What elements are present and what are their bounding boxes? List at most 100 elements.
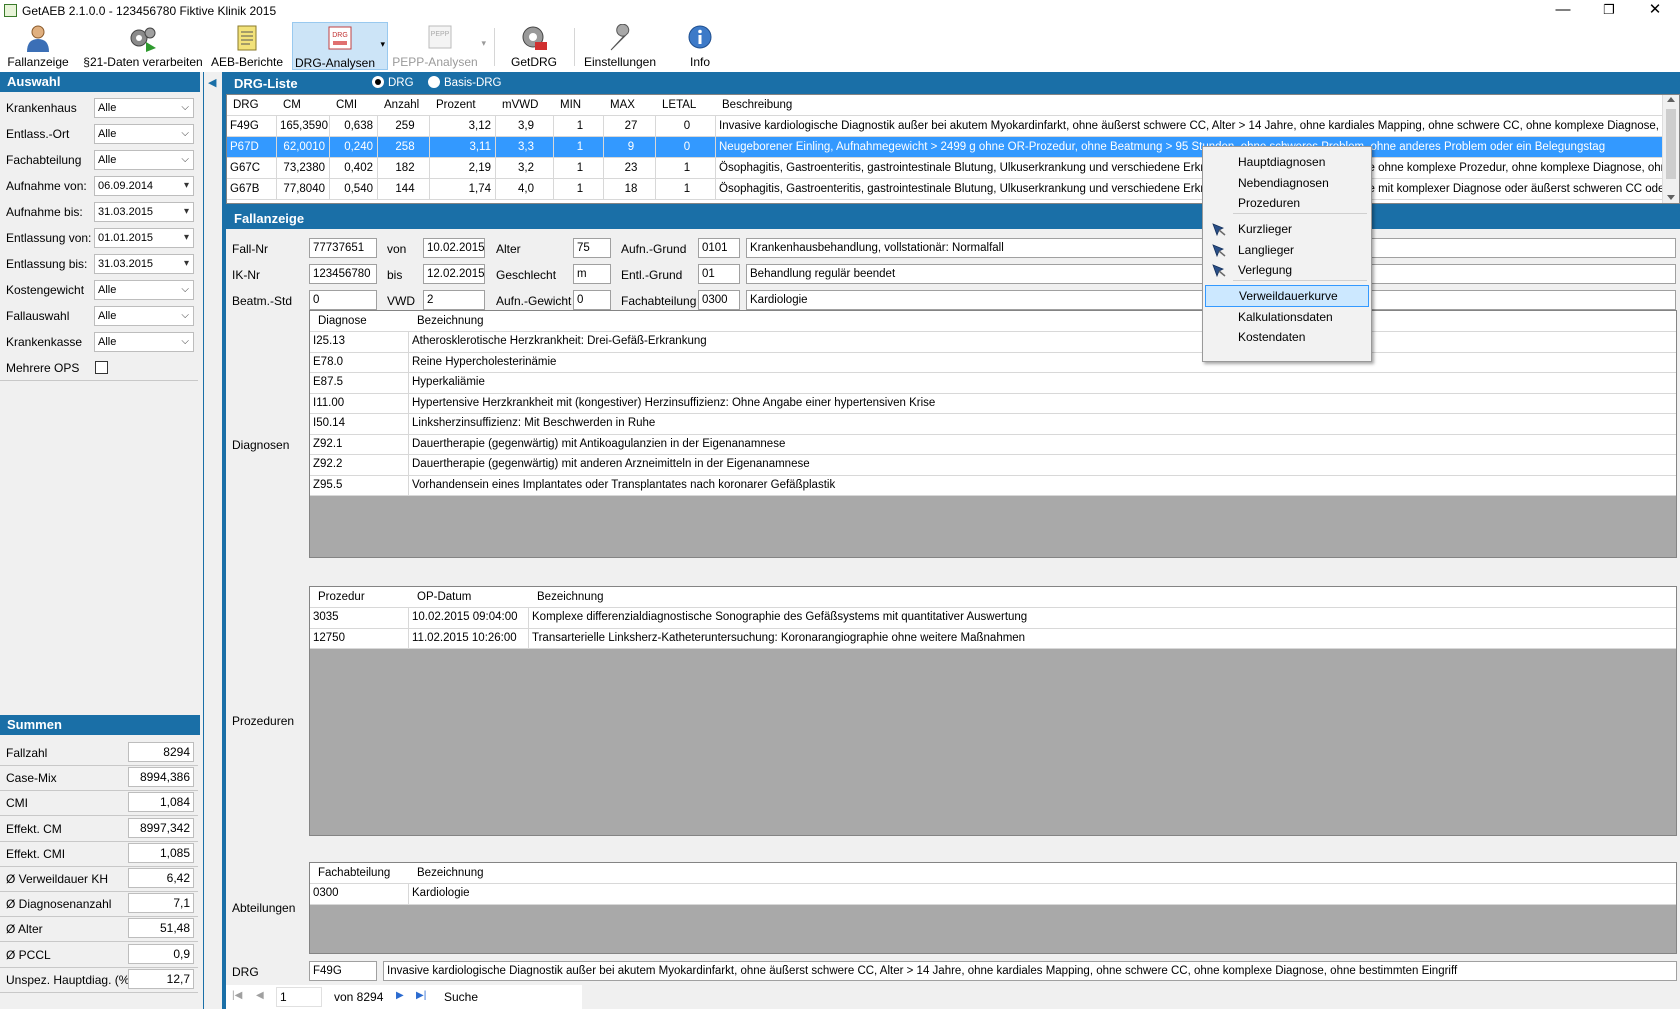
menu-item-langlieger[interactable]: Langlieger [1205, 239, 1369, 261]
prozeduren-table[interactable]: Prozedur OP-Datum Bezeichnung 3035 10.02.201… [309, 586, 1677, 836]
ik-nr-field[interactable]: 123456780 [309, 264, 377, 284]
maximize-button[interactable]: ❐ [1586, 0, 1632, 22]
filter-combo[interactable]: Alle ⌵ [94, 332, 194, 352]
table-row[interactable]: Z95.5 Vorhandensein eines Implantates ode… [310, 475, 1676, 496]
scroll-up-icon[interactable] [1667, 97, 1675, 102]
chevron-down-icon[interactable]: ⌵ [181, 281, 189, 299]
chevron-down-icon[interactable]: ⌵ [181, 333, 189, 351]
chevron-down-icon[interactable]: ⌵ [181, 125, 189, 143]
drg-scrollbar[interactable] [1662, 95, 1679, 203]
calendar-icon[interactable]: ▾ [184, 229, 189, 247]
column-header[interactable]: mVWD [496, 95, 554, 116]
einstellungen-button[interactable]: Einstellungen [580, 22, 660, 70]
scroll-down-icon[interactable] [1667, 195, 1675, 200]
column-header[interactable]: Bezeichnung [409, 311, 1676, 332]
daten-verarbeiten-button[interactable]: §21-Daten verarbeiten [80, 22, 206, 70]
aufn-grund-field[interactable]: 0101 [698, 238, 740, 258]
fachabteilung-field[interactable]: 0300 [698, 290, 740, 310]
menu-item-verlegung[interactable]: Verlegung [1205, 259, 1369, 281]
chevron-down-icon[interactable]: ⌵ [181, 151, 189, 169]
date-picker[interactable]: 06.09.2014 ▾ [94, 176, 194, 196]
minimize-button[interactable]: — [1540, 0, 1586, 22]
fallanzeige-button[interactable]: Fallanzeige [2, 22, 74, 70]
radio-basis-dot[interactable] [428, 76, 440, 88]
column-header[interactable]: Beschreibung [716, 95, 1679, 116]
menu-item-kalkulationsdaten[interactable]: Kalkulationsdaten [1205, 306, 1369, 328]
table-row[interactable]: F49G 165,3590 0,638 259 3,12 3,9 1 27 0 Invasive … [227, 116, 1679, 137]
column-header[interactable]: Bezeichnung [409, 863, 1676, 884]
getdrg-button[interactable]: GetDRG [504, 22, 564, 70]
collapse-strip[interactable]: ◀ [203, 72, 224, 1009]
table-row[interactable]: E87.5 Hyperkaliämie [310, 373, 1676, 394]
column-header[interactable]: CMI [330, 95, 378, 116]
first-record-icon[interactable]: |◀ [232, 990, 242, 1001]
geschlecht-field[interactable]: m [573, 264, 611, 284]
column-header[interactable]: Bezeichnung [529, 587, 1676, 608]
table-row[interactable]: Z92.1 Dauertherapie (gegenwärtig) mit Ant… [310, 434, 1676, 455]
abteilungen-table[interactable]: Fachabteilung Bezeichnung 0300 Kardiologie [309, 862, 1677, 954]
fall-nr-field[interactable]: 77737651 [309, 238, 377, 258]
menu-item-hauptdiagnosen[interactable]: Hauptdiagnosen [1205, 151, 1369, 173]
position-field[interactable]: 1 [276, 987, 322, 1007]
calendar-icon[interactable]: ▾ [184, 203, 189, 221]
close-button[interactable]: ✕ [1632, 0, 1678, 22]
beatm-field[interactable]: 0 [309, 290, 377, 310]
radio-basis-drg[interactable]: Basis-DRG [428, 76, 502, 89]
table-row[interactable]: I11.00 Hypertensive Herzkrankheit mit (ko… [310, 393, 1676, 414]
table-row[interactable]: G67C 73,2380 0,402 182 2,19 3,2 1 23 1 Ösophagiti… [227, 158, 1679, 179]
table-row[interactable]: 12750 11.02.2015 10:26:00 Transarterielle … [310, 628, 1676, 649]
column-header[interactable]: DRG [227, 95, 277, 116]
column-header[interactable]: OP-Datum [409, 587, 529, 608]
search-button[interactable]: Suche [444, 990, 478, 1004]
next-record-icon[interactable]: ▶ [396, 990, 404, 1001]
prev-record-icon[interactable]: ◀ [256, 990, 264, 1001]
filter-combo[interactable]: Alle ⌵ [94, 280, 194, 300]
date-picker[interactable]: 31.03.2015 ▾ [94, 254, 194, 274]
scroll-thumb[interactable] [1666, 109, 1676, 179]
column-header[interactable]: Prozedur [310, 587, 409, 608]
aufn-gewicht-field[interactable]: 0 [573, 290, 611, 310]
column-header[interactable]: Anzahl [378, 95, 430, 116]
radio-drg[interactable]: DRG [372, 76, 414, 89]
chevron-down-icon[interactable]: ⌵ [181, 307, 189, 325]
column-header[interactable]: LETAL [656, 95, 716, 116]
von-field[interactable]: 10.02.2015 [423, 238, 485, 258]
chevron-down-icon[interactable]: ⌵ [181, 99, 189, 117]
column-header[interactable]: MAX [604, 95, 656, 116]
column-header[interactable]: Fachabteilung [310, 863, 409, 884]
menu-item-verweildauerkurve[interactable]: Verweildauerkurve [1205, 285, 1369, 307]
drg-field[interactable]: F49G [309, 961, 377, 981]
drg-table[interactable]: DRG CM CMI Anzahl Prozent mVWD MIN MAX LETAL Besc… [226, 94, 1680, 204]
column-header[interactable]: MIN [554, 95, 604, 116]
table-row[interactable]: 3035 10.02.2015 09:04:00 Komplexe differen… [310, 608, 1676, 629]
radio-drg-dot[interactable] [372, 76, 384, 88]
alter-field[interactable]: 75 [573, 238, 611, 258]
calendar-icon[interactable]: ▾ [184, 255, 189, 273]
filter-combo[interactable]: Alle ⌵ [94, 98, 194, 118]
menu-item-kurzlieger[interactable]: Kurzlieger [1205, 218, 1369, 240]
drg-text-field[interactable]: Invasive kardiologische Diagnostik außer… [383, 961, 1677, 981]
filter-combo[interactable]: Alle ⌵ [94, 124, 194, 144]
filter-combo[interactable]: Alle ⌵ [94, 306, 194, 326]
column-header[interactable]: Prozent [430, 95, 496, 116]
aeb-berichte-button[interactable]: AEB-Berichte [210, 22, 284, 70]
mehrere-ops-checkbox[interactable] [95, 361, 108, 374]
date-picker[interactable]: 31.03.2015 ▾ [94, 202, 194, 222]
table-row[interactable]: P67D 62,0010 0,240 258 3,11 3,3 1 9 0 Neugeborene… [227, 137, 1679, 158]
menu-item-nebendiagnosen[interactable]: Nebendiagnosen [1205, 172, 1369, 194]
table-row[interactable]: E78.0 Reine Hypercholesterinämie [310, 352, 1676, 373]
menu-item-prozeduren[interactable]: Prozeduren [1205, 192, 1369, 214]
collapse-arrow-icon[interactable]: ◀ [208, 76, 216, 89]
diagnosen-table[interactable]: Diagnose Bezeichnung I25.13 Atherosklerotis… [309, 310, 1677, 558]
vwd-field[interactable]: 2 [423, 290, 485, 310]
drg-analysen-button[interactable]: DRG DRG-Analysen ▾ [292, 22, 388, 70]
table-row[interactable]: I25.13 Atherosklerotische Herzkrankheit: … [310, 332, 1676, 353]
filter-combo[interactable]: Alle ⌵ [94, 150, 194, 170]
entl-grund-field[interactable]: 01 [698, 264, 740, 284]
date-picker[interactable]: 01.01.2015 ▾ [94, 228, 194, 248]
column-header[interactable]: CM [277, 95, 330, 116]
column-header[interactable]: Diagnose [310, 311, 409, 332]
table-row[interactable]: Z92.2 Dauertherapie (gegenwärtig) mit and… [310, 455, 1676, 476]
table-row[interactable]: 0300 Kardiologie [310, 884, 1676, 905]
info-button[interactable]: Info [670, 22, 730, 70]
